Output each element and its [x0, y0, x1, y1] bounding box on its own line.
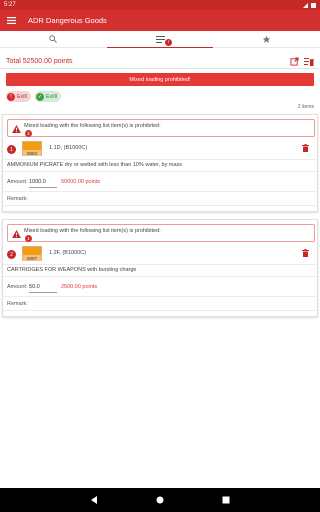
amount-label: Amount: [7, 179, 28, 185]
chip-ex-iii[interactable]: ✓ Ex/III [35, 91, 62, 102]
hazard-label-icon: 0007 [22, 246, 42, 261]
total-row: Total 52500.00 points [0, 55, 320, 67]
list-item: Mixed loading with the following list it… [2, 219, 318, 317]
warning-text: Mixed loading with the following list it… [24, 123, 161, 129]
item-class: 1.2F, (B1000C) [49, 250, 86, 256]
app-bar: ADR Dangerous Goods [0, 10, 320, 31]
status-bar: 5:27 [0, 0, 320, 10]
conflict-item-badge[interactable]: 1 [25, 235, 32, 242]
home-icon[interactable] [156, 496, 164, 504]
status-time: 5:27 [4, 2, 16, 8]
label-code: 0004 [23, 150, 41, 156]
amount-input[interactable]: 1000.0 [29, 179, 46, 185]
amount-underline [29, 292, 57, 293]
clear-list-icon[interactable] [304, 57, 314, 66]
item-points: 2500.00 points [61, 284, 98, 290]
list-item: Mixed loading with the following list it… [2, 114, 318, 212]
remark-field[interactable]: Remark: [7, 301, 28, 307]
item-number: 1 [7, 145, 16, 154]
signal-icon [303, 2, 308, 8]
warning-triangle-icon [12, 125, 21, 133]
item-count: 2 items [297, 104, 314, 110]
mixed-loading-banner: Mixed loading prohibited! [6, 73, 314, 86]
divider [3, 191, 317, 192]
tab-search[interactable] [0, 31, 107, 47]
check-icon: ✓ [36, 92, 45, 101]
chip-ex-ii[interactable]: ! Ex/II [6, 91, 32, 102]
warning-icon: ! [7, 92, 15, 101]
warning-triangle-icon [12, 230, 21, 238]
divider [0, 68, 320, 69]
total-points: Total 52500.00 points [6, 57, 73, 65]
conflict-warning: Mixed loading with the following list it… [7, 119, 315, 137]
tab-favorites[interactable] [213, 31, 320, 47]
search-icon [49, 35, 58, 43]
conflict-item-badge[interactable]: 2 [25, 130, 32, 137]
divider [3, 171, 317, 172]
delete-icon[interactable] [302, 144, 309, 152]
divider [3, 264, 317, 265]
export-icon[interactable] [290, 56, 299, 66]
divider [3, 276, 317, 277]
item-points: 50000.00 points [61, 179, 101, 185]
conflict-warning: Mixed loading with the following list it… [7, 224, 315, 242]
star-icon [262, 35, 271, 43]
item-description: AMMONIUM PICRATE dry or wetted with less… [7, 162, 183, 168]
divider [3, 310, 317, 311]
item-number: 2 [7, 250, 16, 259]
recents-icon[interactable] [222, 496, 230, 504]
back-icon[interactable] [90, 496, 98, 504]
battery-icon [311, 2, 316, 8]
amount-input[interactable]: 50.0 [29, 284, 40, 290]
warning-text: Mixed loading with the following list it… [24, 228, 161, 234]
delete-icon[interactable] [302, 249, 309, 257]
item-description: CARTRIDGES FOR WEAPONS with bursting cha… [7, 267, 137, 273]
list-icon [155, 35, 165, 43]
amount-label: Amount: [7, 284, 28, 290]
tab-list-badge: ! [165, 39, 173, 46]
amount-underline [29, 187, 57, 188]
system-nav-bar [0, 488, 320, 512]
tab-bar: ! [0, 31, 320, 48]
divider [3, 159, 317, 160]
remark-field[interactable]: Remark: [7, 196, 28, 202]
app-title: ADR Dangerous Goods [28, 16, 107, 25]
chip-label: Ex/II [17, 93, 28, 100]
label-code: 0007 [23, 255, 41, 261]
hazard-label-icon: 0004 [22, 141, 42, 156]
menu-icon[interactable] [0, 10, 22, 31]
chip-label: Ex/III [46, 93, 58, 100]
divider [3, 296, 317, 297]
tab-list[interactable]: ! [106, 31, 214, 48]
divider [3, 205, 317, 206]
item-class: 1.1D, (B1000C) [49, 145, 88, 151]
chip-group: ! Ex/II ✓ Ex/III [6, 91, 62, 102]
